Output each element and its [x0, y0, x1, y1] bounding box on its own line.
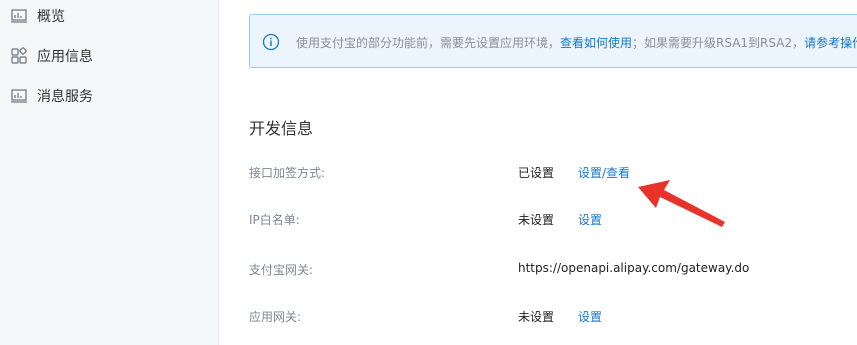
app-info-icon [10, 47, 28, 65]
sidebar-item-overview[interactable]: 概览 [10, 1, 65, 31]
notice-text: 使用支付宝的部分功能前，需要先设置应用环境，查看如何使用；如果需要升级RSA1到… [296, 34, 857, 51]
row-label-app-gateway: 应用网关: [249, 310, 302, 324]
row-label-ip-whitelist: IP白名单: [249, 213, 300, 227]
row-value-alipay-gateway: https://openapi.alipay.com/gateway.do [518, 261, 750, 275]
row-label-alipay-gateway: 支付宝网关: [249, 263, 314, 277]
sidebar-item-app-info[interactable]: 应用信息 [10, 41, 93, 71]
ip-whitelist-link[interactable]: 设置 [578, 211, 602, 228]
section-title: 开发信息 [249, 119, 314, 138]
overview-icon [10, 7, 28, 25]
row-value-ip-whitelist: 未设置 [518, 213, 555, 227]
row-value-app-gateway: 未设置 [518, 310, 555, 324]
sidebar-item-message-service[interactable]: 消息服务 [10, 81, 93, 111]
message-service-icon [10, 87, 28, 105]
sidebar-item-label: 概览 [37, 9, 65, 25]
app-gateway-link[interactable]: 设置 [578, 308, 602, 325]
red-arrow-annotation [638, 180, 725, 227]
signing-method-link[interactable]: 设置/查看 [578, 164, 630, 181]
info-icon [262, 33, 280, 51]
info-notice-banner: 使用支付宝的部分功能前，需要先设置应用环境，查看如何使用；如果需要升级RSA1到… [249, 14, 857, 68]
operation-guide-link[interactable]: 请参考操作 [804, 36, 857, 50]
row-label-signing-method: 接口加签方式: [249, 166, 326, 180]
sidebar: 概览 应用信息 消息服务 [0, 0, 219, 345]
notice-text-part: ；如果需要升级RSA1到RSA2， [632, 36, 805, 50]
notice-text-part: 使用支付宝的部分功能前，需要先设置应用环境， [296, 36, 561, 50]
how-to-use-link[interactable]: 查看如何使用 [560, 36, 632, 50]
row-value-signing-method: 已设置 [518, 166, 555, 180]
sidebar-item-label: 应用信息 [37, 49, 93, 65]
sidebar-item-label: 消息服务 [37, 89, 93, 105]
app-root: 概览 应用信息 消息服务 使用支付宝的部分功能前，需要先设置应用环境，查看如何使… [0, 0, 857, 345]
